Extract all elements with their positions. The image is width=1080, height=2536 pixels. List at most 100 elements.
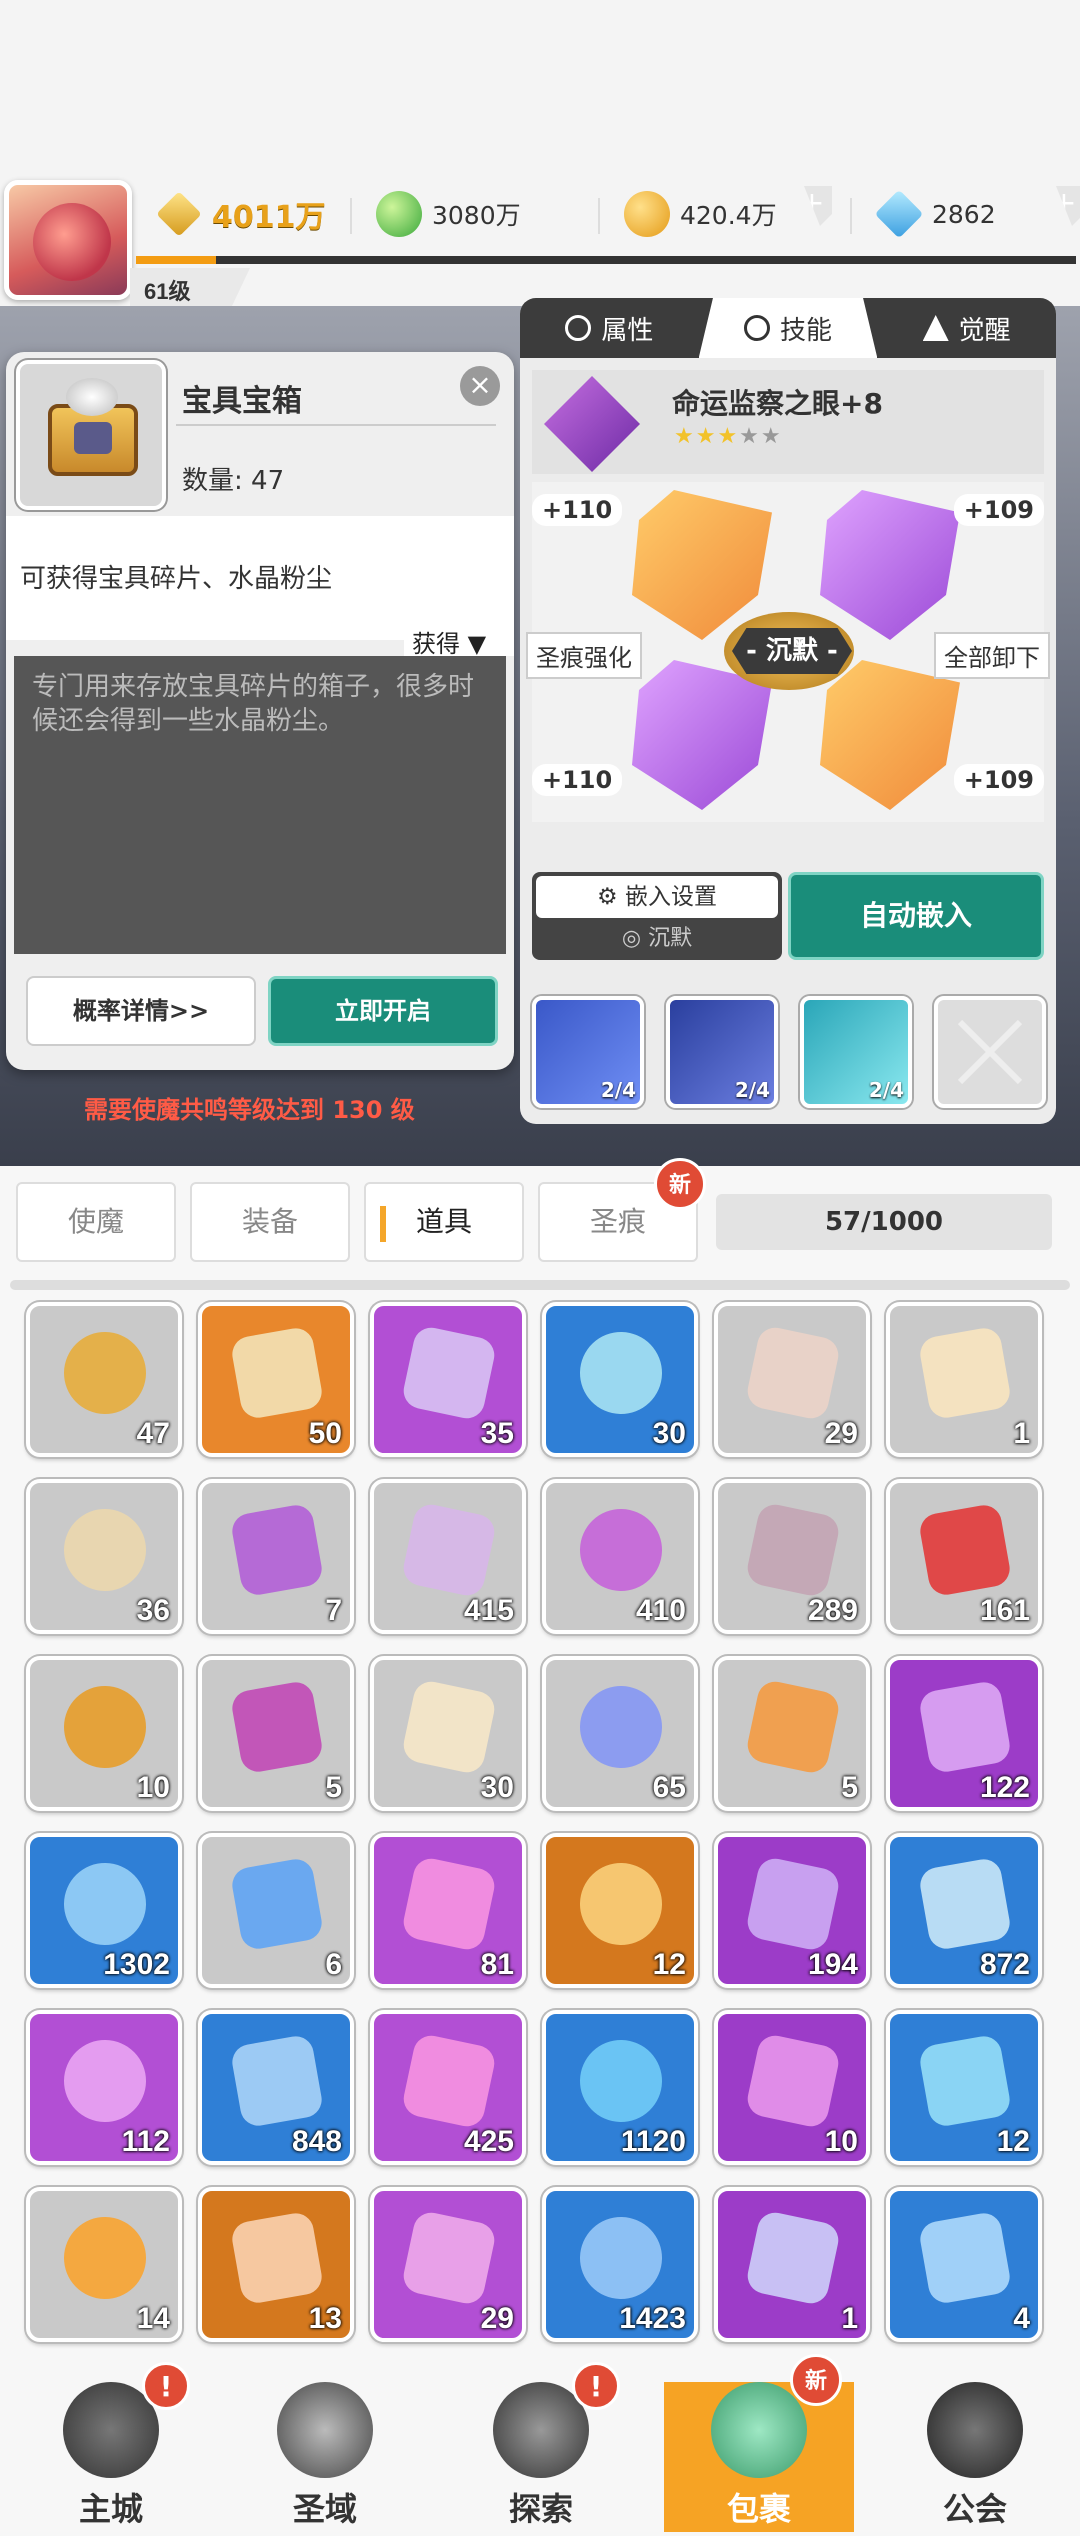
inventory-item[interactable]: 29 [370,2187,526,2342]
inventory-item[interactable]: 6 [198,1833,354,1988]
add-crystal-button[interactable]: + [1056,186,1080,226]
inventory-item[interactable]: 29 [714,1302,870,1457]
inventory-item[interactable]: 410 [542,1479,698,1634]
inventory-item[interactable]: 122 [886,1656,1042,1811]
inventory-item[interactable]: 848 [198,2010,354,2165]
skill-slot-1[interactable]: 2/4 [532,996,644,1108]
nav-guild[interactable]: 公会 [880,2382,1070,2532]
inventory-item[interactable]: 81 [370,1833,526,1988]
inventory-item[interactable]: 12 [542,1833,698,1988]
embed-settings[interactable]: ⚙ 嵌入设置 ◎ 沉默 [532,872,782,960]
inventory-item[interactable]: 7 [198,1479,354,1634]
inventory-item[interactable]: 4 [886,2187,1042,2342]
inventory-item[interactable]: 5 [714,1656,870,1811]
inventory-item[interactable]: 47 [26,1302,182,1457]
inventory-item[interactable]: 1120 [542,2010,698,2165]
auto-embed-button[interactable]: 自动嵌入 [788,872,1044,960]
item-icon [744,1855,842,1953]
inventory-item[interactable]: 50 [198,1302,354,1457]
tab-awaken[interactable]: 觉醒 [877,298,1056,358]
stigmata-enhance-button[interactable]: 圣痕强化 [526,632,642,679]
inventory-item[interactable]: 10 [714,2010,870,2165]
tab-familiars[interactable]: 使魔 [16,1182,176,1262]
inventory-item[interactable]: 36 [26,1479,182,1634]
open-now-button[interactable]: 立即开启 [268,976,498,1046]
item-icon [400,1678,498,1776]
xp-fill [136,256,216,264]
avatar-face [33,203,111,281]
inventory-item[interactable]: 13 [198,2187,354,2342]
tab-attributes[interactable]: 属性 [520,298,699,358]
inventory-item[interactable]: 1 [714,2187,870,2342]
item-count: 81 [480,1948,514,1981]
stat-bottom-right: +109 [953,764,1044,796]
probability-details-button[interactable]: 概率详情>> [26,976,256,1046]
item-description: 专门用来存放宝具碎片的箱子，很多时候还会得到一些水晶粉尘。 [14,656,506,954]
green-currency[interactable]: 3080万 [376,186,521,242]
skill-panel: 属性 技能 觉醒 命运监察之眼+8 ★★★★★ - 沉默 - +110 +109… [520,298,1056,1124]
tab-equipment[interactable]: 装备 [190,1182,350,1262]
inventory-item[interactable]: 30 [370,1656,526,1811]
skill-stars: ★★★★★ [674,424,783,449]
skill-slot-2[interactable]: 2/4 [666,996,778,1108]
embed-settings-button[interactable]: ⚙ 嵌入设置 [536,876,778,918]
item-count: 112 [121,2125,170,2158]
nav-label: 包裹 [726,2490,791,2528]
inventory-item[interactable]: 289 [714,1479,870,1634]
item-icon [400,1324,498,1422]
stigmata-slot-top-right[interactable] [820,490,960,640]
obtain-dropdown[interactable]: 获得 ▼ [404,620,514,658]
tab-items[interactable]: 道具 [364,1182,524,1262]
inventory-item[interactable]: 35 [370,1302,526,1457]
skill-header[interactable]: 命运监察之眼+8 ★★★★★ [532,370,1044,474]
unequip-all-button[interactable]: 全部卸下 [934,632,1050,679]
inventory-item[interactable]: 30 [542,1302,698,1457]
inventory-item[interactable]: 65 [542,1656,698,1811]
player-level: 61级 [130,268,250,306]
gold-currency[interactable]: 420.4万 + [624,186,832,242]
item-count: 4 [1013,2302,1030,2335]
crystal-icon [874,189,924,239]
inventory-item[interactable]: 1 [886,1302,1042,1457]
inventory-item[interactable]: 1423 [542,2187,698,2342]
item-count: 1423 [619,2302,686,2335]
inventory-item[interactable]: 1302 [26,1833,182,1988]
nav-sanctuary[interactable]: 圣域 [230,2382,420,2532]
skill-name: 命运监察之眼+8 [672,387,883,420]
item-count: 410 [635,1594,686,1627]
empty-x-icon [957,1019,1023,1085]
empty-slot[interactable] [934,996,1046,1108]
inventory-item[interactable]: 161 [886,1479,1042,1634]
nav-bag[interactable]: 包裹 [664,2382,854,2532]
stigmata-slot-bottom-right[interactable] [820,660,960,810]
close-button[interactable]: × [460,366,500,406]
item-count: 161 [979,1594,1030,1627]
add-gold-button[interactable]: + [804,186,832,226]
inventory-item[interactable]: 12 [886,2010,1042,2165]
skill-slot-3[interactable]: 2/4 [800,996,912,1108]
inventory-item[interactable]: 872 [886,1833,1042,1988]
tab-skills[interactable]: 技能 [698,298,878,358]
inventory-item[interactable]: 14 [26,2187,182,2342]
item-icon [744,1501,842,1599]
item-icon [573,1856,669,1952]
item-count: 289 [807,1594,858,1627]
inventory-item[interactable]: 415 [370,1479,526,1634]
inventory-item[interactable]: 194 [714,1833,870,1988]
item-icon [56,1324,154,1422]
crystal-currency[interactable]: 2862 + [874,186,1080,242]
stigmata-wheel: - 沉默 - +110 +109 +110 +109 圣痕强化 全部卸下 [526,482,1050,822]
inventory-item[interactable]: 10 [26,1656,182,1811]
inventory-item[interactable]: 112 [26,2010,182,2165]
item-count: 35 [480,1417,514,1450]
skill-gem-icon [544,376,640,472]
item-count: 10 [136,1771,170,1804]
inventory-item[interactable]: 5 [198,1656,354,1811]
inventory-item[interactable]: 425 [370,2010,526,2165]
stigmata-slot-top-left[interactable] [632,490,772,640]
item-icon [56,1678,154,1776]
embed-settings-label: 嵌入设置 [624,884,717,910]
item-count: 13 [308,2302,342,2335]
player-avatar[interactable] [4,180,132,300]
skill-icon [744,315,770,341]
